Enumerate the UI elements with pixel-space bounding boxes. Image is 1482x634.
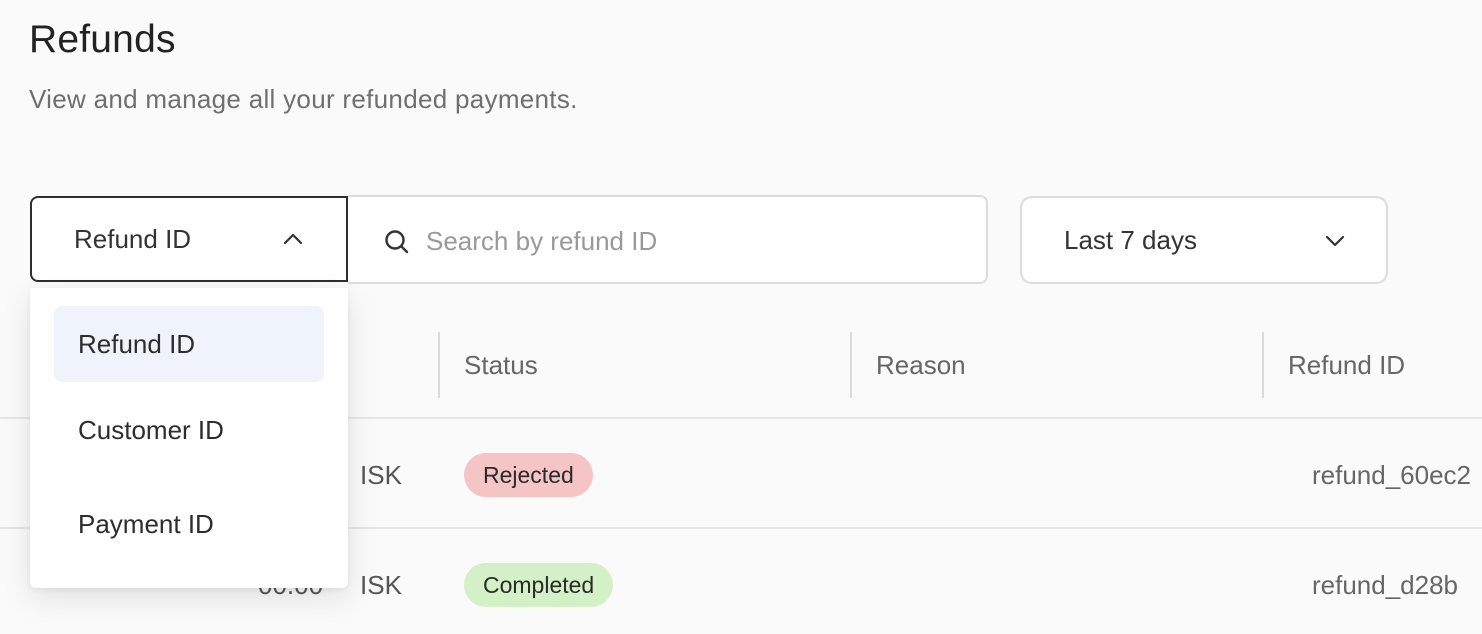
- search-input[interactable]: [424, 215, 948, 267]
- search-icon: [385, 230, 409, 254]
- refund-id-cell: refund_60ec2: [1312, 460, 1472, 490]
- dropdown-option-refund-id[interactable]: Refund ID: [54, 306, 324, 382]
- chevron-up-icon: [283, 233, 303, 245]
- chevron-down-icon: [1325, 235, 1345, 247]
- refund-id-cell: refund_d28b: [1312, 570, 1459, 600]
- column-divider[interactable]: [438, 332, 440, 398]
- date-range-select[interactable]: Last 7 days: [1020, 196, 1388, 284]
- dropdown-option-customer-id[interactable]: Customer ID: [54, 392, 324, 468]
- currency-cell: ISK: [360, 460, 402, 490]
- page-title: Refunds: [29, 18, 176, 61]
- currency-cell: ISK: [360, 570, 402, 600]
- search-field-dropdown-menu: Refund ID Customer ID Payment ID: [30, 288, 348, 588]
- status-badge: Rejected: [464, 453, 593, 497]
- search-field-select-label: Refund ID: [74, 223, 192, 254]
- column-header-refund-id[interactable]: Refund ID: [1288, 350, 1405, 381]
- status-badge: Completed: [464, 563, 614, 607]
- page-subtitle: View and manage all your refunded paymen…: [29, 84, 578, 114]
- column-divider[interactable]: [1262, 332, 1264, 398]
- column-divider[interactable]: [850, 332, 852, 398]
- search-box: [348, 195, 988, 284]
- dropdown-option-payment-id[interactable]: Payment ID: [54, 486, 324, 562]
- column-header-reason[interactable]: Reason: [876, 350, 966, 381]
- search-field-select[interactable]: Refund ID: [30, 196, 348, 282]
- column-header-status[interactable]: Status: [464, 350, 538, 381]
- date-range-label: Last 7 days: [1064, 224, 1197, 255]
